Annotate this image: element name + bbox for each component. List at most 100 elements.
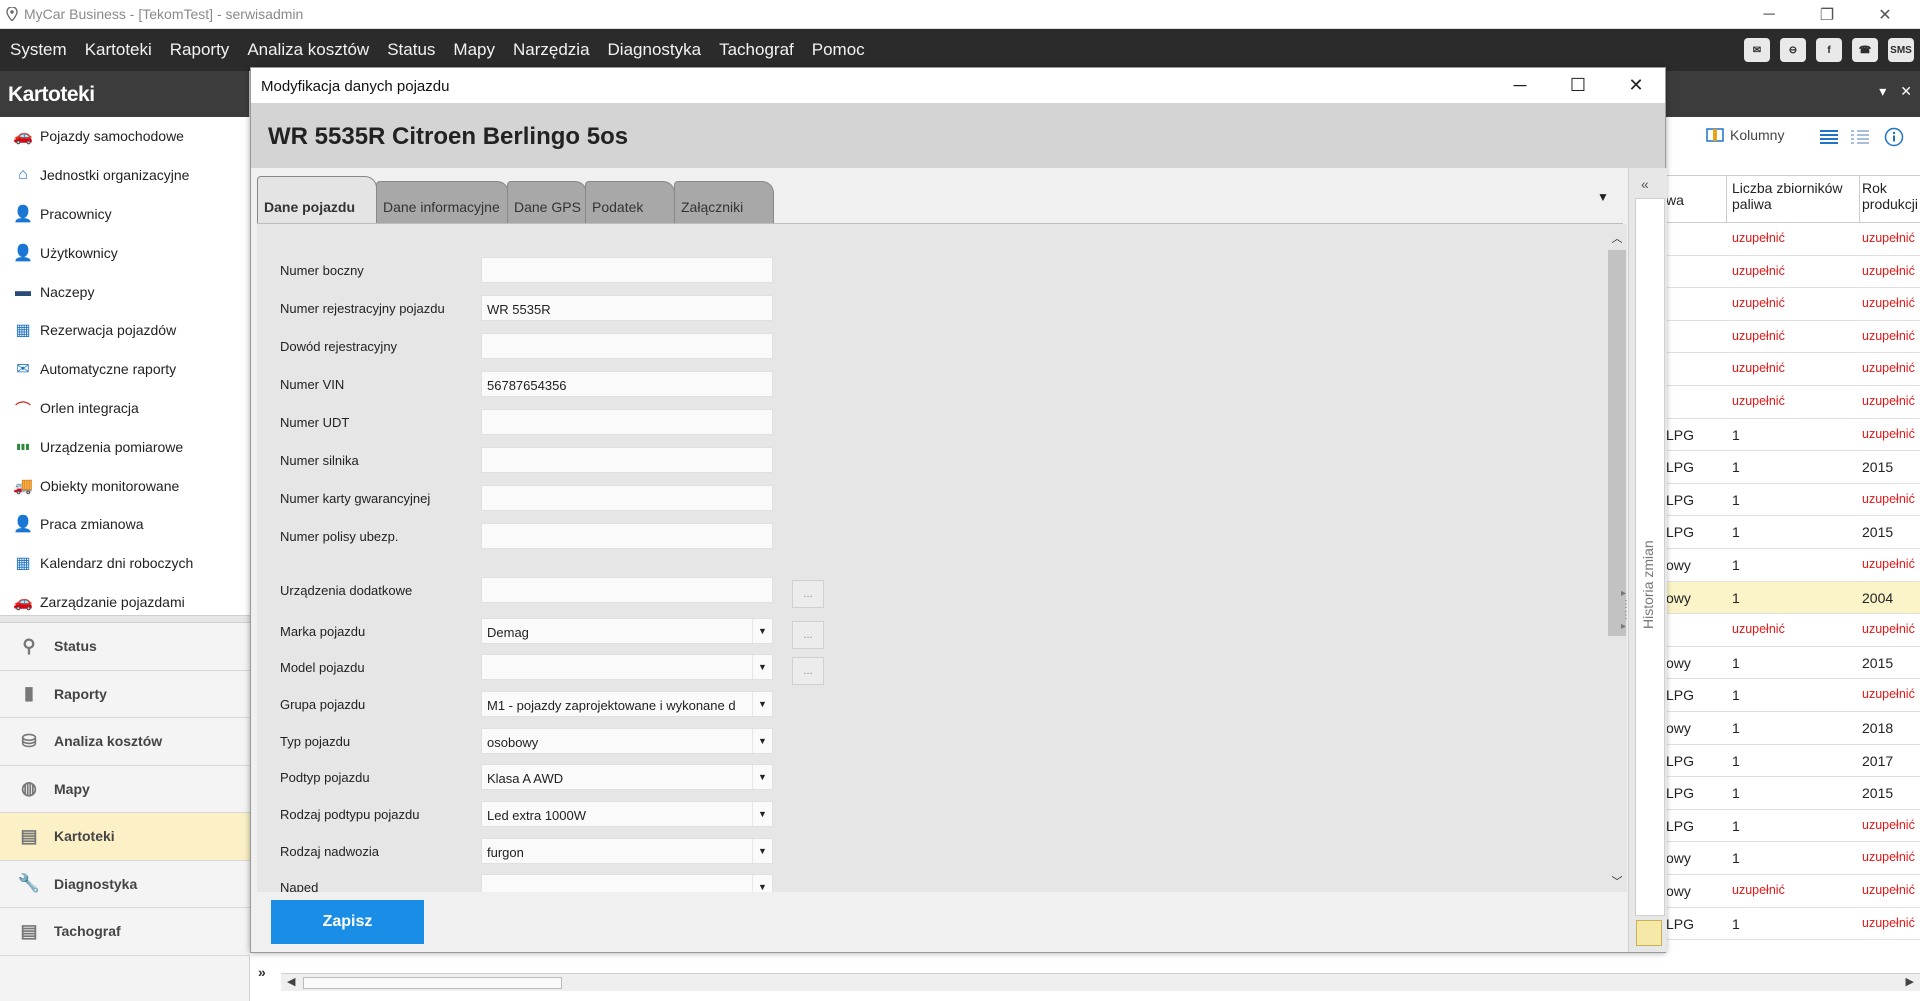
nav-item[interactable]: 👤 Praca zmianowa [0, 505, 250, 544]
table-row[interactable]: owy 1 2004 [1666, 581, 1920, 615]
info-icon[interactable] [1884, 127, 1904, 147]
chevron-down-icon[interactable]: ▼ [752, 765, 772, 789]
field-input[interactable] [481, 485, 773, 511]
chevron-down-icon[interactable]: ▼ [752, 802, 772, 826]
table-row[interactable]: LPG 1 2015 [1666, 451, 1920, 484]
section-diagnostyka[interactable]: 🔧 Diagnostyka [0, 860, 250, 908]
tab-dane-informacyjne[interactable]: Dane informacyjne [376, 181, 509, 227]
field-input[interactable] [481, 409, 773, 435]
scroll-up-icon[interactable]: ︿ [1607, 228, 1627, 248]
scroll-thumb[interactable] [303, 977, 562, 989]
nav-item[interactable]: ▦ Rezerwacja pojazdów [0, 311, 250, 350]
browse-button[interactable]: ... [792, 621, 824, 649]
table-row[interactable]: LPG 1 2015 [1666, 516, 1920, 549]
nav-item[interactable]: ⌒ Orlen integracja [0, 389, 250, 428]
history-strip[interactable]: Historia zmian [1635, 198, 1665, 916]
table-row[interactable]: LPG 1 uzupełnić [1666, 908, 1920, 941]
section-tachograf[interactable]: ▤ Tachograf [0, 908, 250, 956]
nav-item[interactable]: ▬ Naczepy [0, 272, 250, 311]
field-select[interactable]: Led extra 1000W ▼ [481, 801, 773, 827]
scroll-right-icon[interactable]: ▶ [1906, 975, 1914, 988]
nav-item[interactable]: 👤 Użytkownicy [0, 233, 250, 272]
menu-item[interactable]: Narzędzia [503, 40, 598, 60]
dialog-maximize-button[interactable]: ☐ [1549, 68, 1607, 103]
close-button[interactable]: ✕ [1857, 0, 1913, 29]
list-view-icon[interactable] [1819, 129, 1839, 145]
menu-item[interactable]: Pomoc [802, 40, 873, 60]
col-header-tanks[interactable]: Liczba zbiorników paliwa [1732, 180, 1854, 212]
close-panel-icon[interactable]: ✕ [1900, 83, 1912, 100]
phone-icon[interactable]: ☎ [1852, 38, 1878, 62]
table-row[interactable]: uzupełnić uzupełnić [1666, 223, 1920, 256]
field-input[interactable] [481, 523, 773, 549]
table-row[interactable]: LPG 1 uzupełnić [1666, 679, 1920, 712]
field-input[interactable] [481, 257, 773, 283]
field-select[interactable]: Demag ▼ [481, 618, 773, 644]
field-select[interactable]: Klasa A AWD ▼ [481, 764, 773, 790]
field-input[interactable]: WR 5535R [481, 295, 773, 321]
table-row[interactable]: LPG 1 2017 [1666, 745, 1920, 778]
sms-icon[interactable]: SMS [1888, 38, 1914, 62]
facebook-icon[interactable]: f [1816, 38, 1842, 62]
section-raporty[interactable]: ▮ Raporty [0, 670, 250, 718]
menu-item[interactable]: Mapy [443, 40, 503, 60]
field-input[interactable] [481, 333, 773, 359]
browse-button[interactable]: ... [792, 580, 824, 608]
form-scroll-thumb[interactable] [1608, 250, 1626, 636]
table-row[interactable]: owy 1 2015 [1666, 647, 1920, 680]
nav-item[interactable]: ▮▮▮ Urządzenia pomiarowe [0, 427, 250, 466]
field-input[interactable] [481, 447, 773, 473]
restore-button[interactable]: ❐ [1799, 0, 1855, 29]
nav-item[interactable]: ⌂ Jednostki organizacyjne [0, 156, 250, 195]
menu-item[interactable]: Status [377, 40, 443, 60]
field-select[interactable]: furgon ▼ [481, 838, 773, 864]
menu-item[interactable]: Kartoteki [75, 40, 160, 60]
chevron-down-icon[interactable]: ▼ [752, 655, 772, 679]
section-kartoteki[interactable]: ▤ Kartoteki [0, 813, 250, 861]
detail-view-icon[interactable] [1850, 129, 1870, 145]
save-button[interactable]: Zapisz [271, 900, 424, 944]
table-row[interactable]: LPG 1 uzupełnić [1666, 419, 1920, 452]
table-row[interactable]: uzupełnić uzupełnić [1666, 353, 1920, 386]
history-card-icon[interactable] [1636, 920, 1662, 946]
table-row[interactable]: uzupełnić uzupełnić [1666, 321, 1920, 354]
nav-item[interactable]: 👤 Pracownicy [0, 195, 250, 234]
table-row[interactable]: uzupełnić uzupełnić [1666, 288, 1920, 321]
nav-item[interactable]: 🚗 Zarządzanie pojazdami [0, 583, 250, 615]
menu-item[interactable]: System [0, 40, 75, 60]
tabs-dropdown-icon[interactable]: ▼ [1597, 190, 1609, 204]
chevron-down-icon[interactable]: ▼ [752, 619, 772, 643]
nav-item[interactable]: ▦ Kalendarz dni roboczych [0, 544, 250, 583]
field-select[interactable]: M1 - pojazdy zaprojektowane i wykonane d… [481, 691, 773, 717]
pin-dropdown-icon[interactable]: ▾ [1879, 83, 1886, 100]
tab-załączniki[interactable]: Załączniki [674, 181, 774, 227]
tab-dane-pojazdu[interactable]: Dane pojazdu [257, 176, 377, 227]
table-row[interactable]: owy 1 2018 [1666, 712, 1920, 745]
columns-button[interactable]: Kolumny [1706, 127, 1784, 143]
table-row[interactable]: LPG 1 2015 [1666, 777, 1920, 810]
tab-dane-gps[interactable]: Dane GPS [507, 181, 587, 227]
nav-item[interactable]: ✉ Automatyczne raporty [0, 350, 250, 389]
scroll-down-icon[interactable]: ﹀ [1607, 871, 1627, 891]
chevron-down-icon[interactable]: ▼ [752, 692, 772, 716]
field-select[interactable]: osobowy ▼ [481, 728, 773, 754]
table-row[interactable]: uzupełnić uzupełnić [1666, 386, 1920, 419]
nav-item[interactable]: 🚚 Obiekty monitorowane [0, 466, 250, 505]
section-status[interactable]: ⚲ Status [0, 623, 250, 671]
table-row[interactable]: owy 1 uzupełnić [1666, 842, 1920, 875]
col-header-year[interactable]: Rok produkcji [1862, 180, 1920, 212]
nav-item[interactable]: 🚗 Pojazdy samochodowe [0, 117, 250, 156]
field-input[interactable] [481, 577, 773, 603]
mail-alert-icon[interactable]: ✉ [1744, 38, 1770, 62]
scroll-left-icon[interactable]: ◀ [287, 975, 295, 988]
menu-item[interactable]: Tachograf [709, 40, 802, 60]
table-row[interactable]: owy 1 uzupełnić [1666, 549, 1920, 582]
menu-item[interactable]: Diagnostyka [598, 40, 710, 60]
minimize-button[interactable]: ─ [1741, 0, 1797, 29]
expand-panel-icon[interactable]: » [258, 964, 266, 980]
section-mapy[interactable]: ◍ Mapy [0, 765, 250, 813]
menu-item[interactable]: Raporty [160, 40, 238, 60]
table-row[interactable]: owy uzupełnić uzupełnić [1666, 875, 1920, 908]
form-vertical-scrollbar[interactable]: ︿ ﹀ [1607, 224, 1627, 893]
tab-podatek[interactable]: Podatek [585, 181, 675, 227]
